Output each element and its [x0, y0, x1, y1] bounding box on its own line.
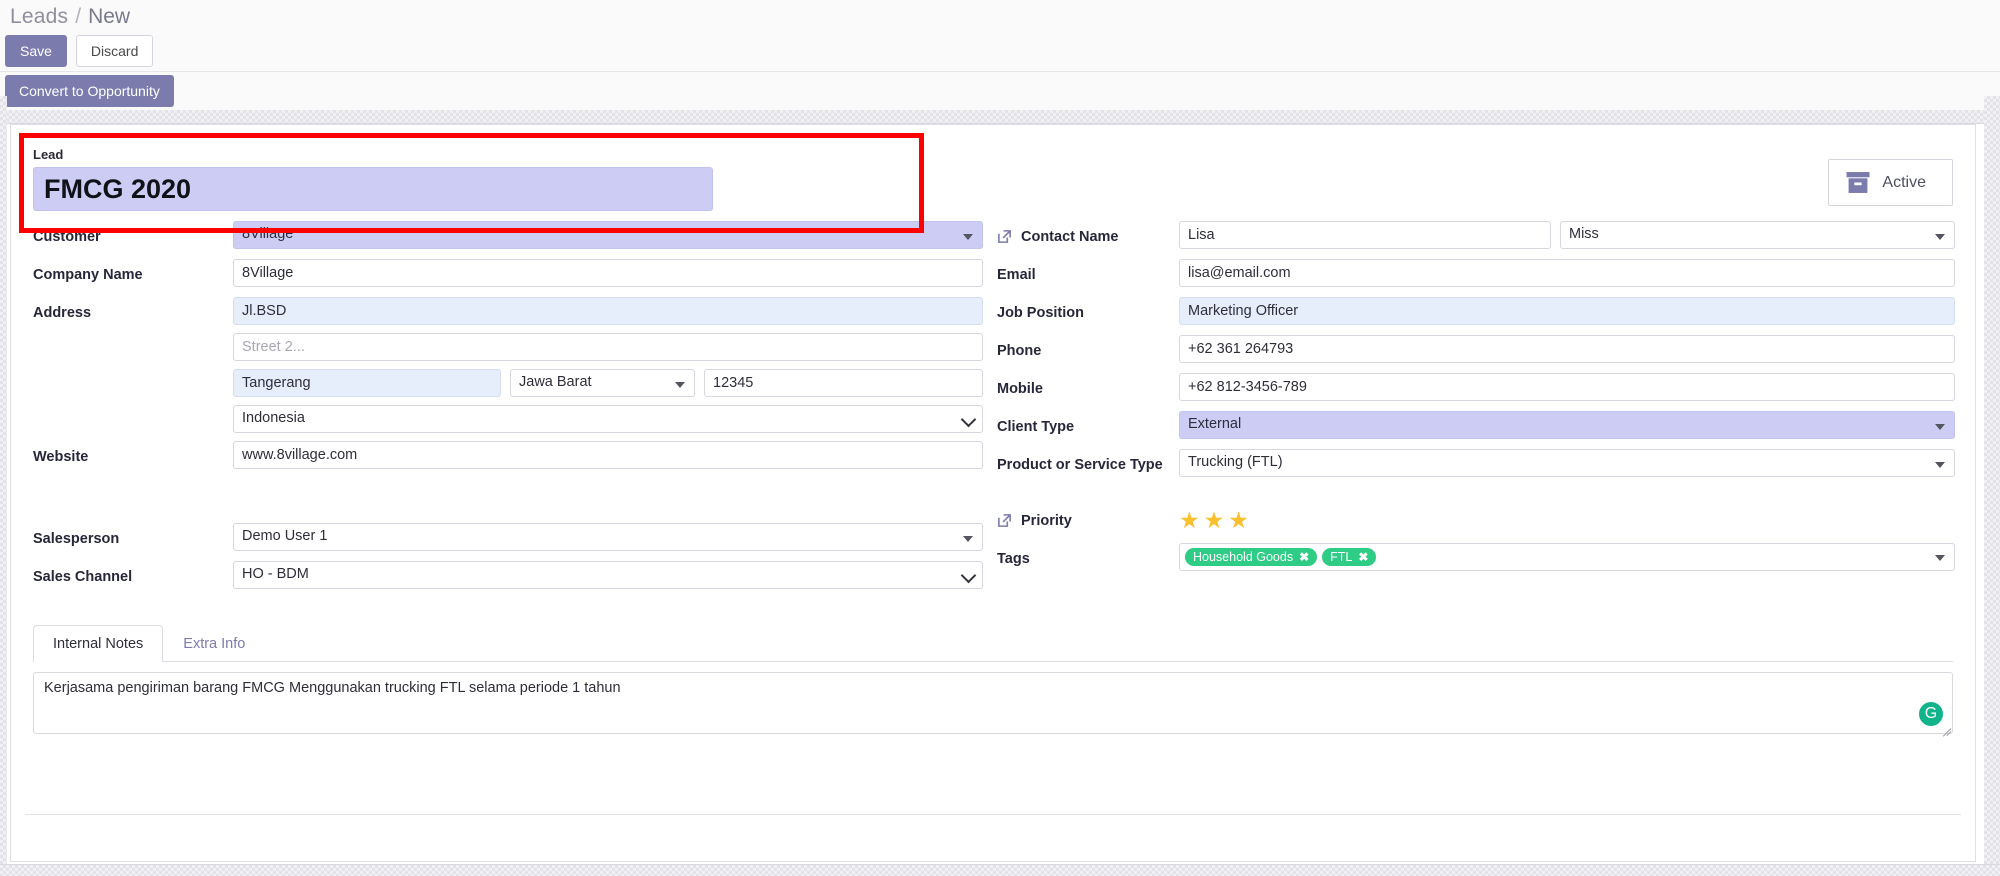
label-phone: Phone [997, 343, 1042, 359]
email-input[interactable] [1179, 259, 1955, 287]
title-right-group: Active [1828, 147, 1955, 206]
notes-section: Internal Notes Extra Info Kerjasama peng… [33, 625, 1953, 734]
star-icon-1[interactable]: ★ [1179, 509, 1200, 532]
field-row-phone: Phone [997, 335, 1955, 365]
field-row-customer: Customer 8Village [33, 221, 983, 251]
job-position-input[interactable] [1179, 297, 1955, 325]
convert-bar: Convert to Opportunity [0, 72, 2000, 110]
breadcrumb-current-new: New [88, 5, 131, 28]
top-checkered-strip [0, 110, 2000, 124]
label-job-position: Job Position [997, 305, 1084, 321]
product-service-type-select[interactable]: Trucking (FTL) [1179, 449, 1955, 477]
tag-chip[interactable]: Household Goods ✖ [1185, 548, 1318, 566]
address-country-select[interactable]: Indonesia [233, 405, 983, 433]
label-contact-name: Contact Name [1021, 229, 1119, 245]
lead-title-input[interactable] [33, 167, 713, 211]
lead-section-label: Lead [33, 147, 64, 162]
label-company-name: Company Name [33, 267, 143, 283]
label-sales-channel: Sales Channel [33, 569, 133, 585]
field-row-website: Website [33, 441, 983, 471]
phone-input[interactable] [1179, 335, 1955, 363]
notes-tab-list: Internal Notes Extra Info [33, 625, 1953, 662]
external-link-icon[interactable] [997, 512, 1012, 533]
label-address: Address [33, 305, 92, 321]
form-sheet: Lead Active [10, 124, 1976, 862]
textarea-resize-handle[interactable] [1939, 720, 1951, 732]
star-icon-2[interactable]: ★ [1204, 509, 1225, 532]
address-city-input[interactable] [233, 369, 501, 397]
label-priority: Priority [1021, 513, 1072, 529]
breadcrumb-separator: / [75, 5, 82, 28]
star-icon-3[interactable]: ★ [1228, 509, 1249, 532]
field-row-email: Email [997, 259, 1955, 289]
field-row-salesperson: Salesperson Demo User 1 [33, 523, 983, 553]
tag-label: FTL [1330, 550, 1353, 564]
tag-remove-icon[interactable]: ✖ [1299, 550, 1309, 564]
address-zip-input[interactable] [704, 369, 983, 397]
company-name-input[interactable] [233, 259, 983, 287]
field-row-company-name: Company Name [33, 259, 983, 289]
address-street1-input[interactable] [233, 297, 983, 325]
label-mobile: Mobile [997, 381, 1043, 397]
label-salesperson: Salesperson [33, 531, 120, 547]
sheet-bottom-divider [25, 814, 1961, 815]
sales-channel-select[interactable]: HO - BDM [233, 561, 983, 589]
internal-notes-text: Kerjasama pengiriman barang FMCG Menggun… [44, 680, 621, 696]
tag-chip[interactable]: FTL ✖ [1322, 548, 1377, 566]
active-status-button[interactable]: Active [1828, 159, 1953, 206]
title-row: Lead Active [11, 125, 1975, 215]
right-column-spacer [997, 487, 1955, 505]
field-row-product-service-type: Product or Service Type Trucking (FTL) [997, 449, 1955, 479]
sheet-wrapper: Lead Active [0, 124, 2000, 876]
website-input[interactable] [233, 441, 983, 469]
address-street2-input[interactable] [233, 333, 983, 361]
tag-label: Household Goods [1193, 550, 1294, 564]
right-column: Contact Name Miss Email [983, 221, 1955, 599]
field-row-job-position: Job Position [997, 297, 1955, 327]
left-column: Customer 8Village Company Name Address [33, 221, 983, 599]
field-row-address: Address Jawa Barat Indonesia [33, 297, 983, 433]
title-left-group: Lead [33, 147, 913, 211]
internal-notes-textarea[interactable]: Kerjasama pengiriman barang FMCG Menggun… [33, 672, 1953, 734]
label-client-type: Client Type [997, 419, 1075, 435]
breadcrumb-parent-leads[interactable]: Leads [10, 5, 68, 29]
tags-input[interactable]: Household Goods ✖ FTL ✖ [1179, 543, 1955, 571]
left-column-spacer [33, 479, 983, 523]
priority-star-rating[interactable]: ★ ★ ★ [1179, 505, 1249, 532]
contact-name-input[interactable] [1179, 221, 1551, 249]
convert-to-opportunity-button[interactable]: Convert to Opportunity [5, 75, 174, 107]
action-bar: Save Discard [0, 30, 2000, 72]
save-button[interactable]: Save [5, 34, 67, 67]
discard-button[interactable]: Discard [75, 34, 154, 67]
label-product-service-type: Product or Service Type [997, 457, 1163, 473]
field-columns: Customer 8Village Company Name Address [11, 215, 1975, 599]
client-type-select[interactable]: External [1179, 411, 1955, 439]
tab-internal-notes[interactable]: Internal Notes [33, 625, 164, 662]
contact-title-select[interactable]: Miss [1560, 221, 1955, 249]
salesperson-select[interactable]: Demo User 1 [233, 523, 983, 551]
odoo-lead-form-app: Leads / New Save Discard Convert to Oppo… [0, 0, 2000, 876]
tag-remove-icon[interactable]: ✖ [1358, 550, 1368, 564]
label-customer: Customer [33, 229, 101, 245]
bottom-checkered-strip [0, 864, 2000, 876]
field-row-contact-name: Contact Name Miss [997, 221, 1955, 251]
breadcrumb: Leads / New [0, 0, 2000, 30]
field-row-mobile: Mobile [997, 373, 1955, 403]
field-row-sales-channel: Sales Channel HO - BDM [33, 561, 983, 591]
mobile-input[interactable] [1179, 373, 1955, 401]
field-row-client-type: Client Type External [997, 411, 1955, 441]
archive-box-icon [1845, 171, 1871, 194]
customer-select[interactable]: 8Village [233, 221, 983, 249]
address-state-select[interactable]: Jawa Barat [510, 369, 695, 397]
field-row-tags: Tags Household Goods ✖ FTL ✖ [997, 543, 1955, 573]
label-website: Website [33, 449, 89, 465]
tab-extra-info[interactable]: Extra Info [163, 625, 265, 662]
active-status-label: Active [1882, 173, 1926, 191]
external-link-icon[interactable] [997, 228, 1012, 249]
field-row-priority: Priority ★ ★ ★ [997, 505, 1955, 535]
label-tags: Tags [997, 551, 1030, 567]
label-email: Email [997, 267, 1036, 283]
